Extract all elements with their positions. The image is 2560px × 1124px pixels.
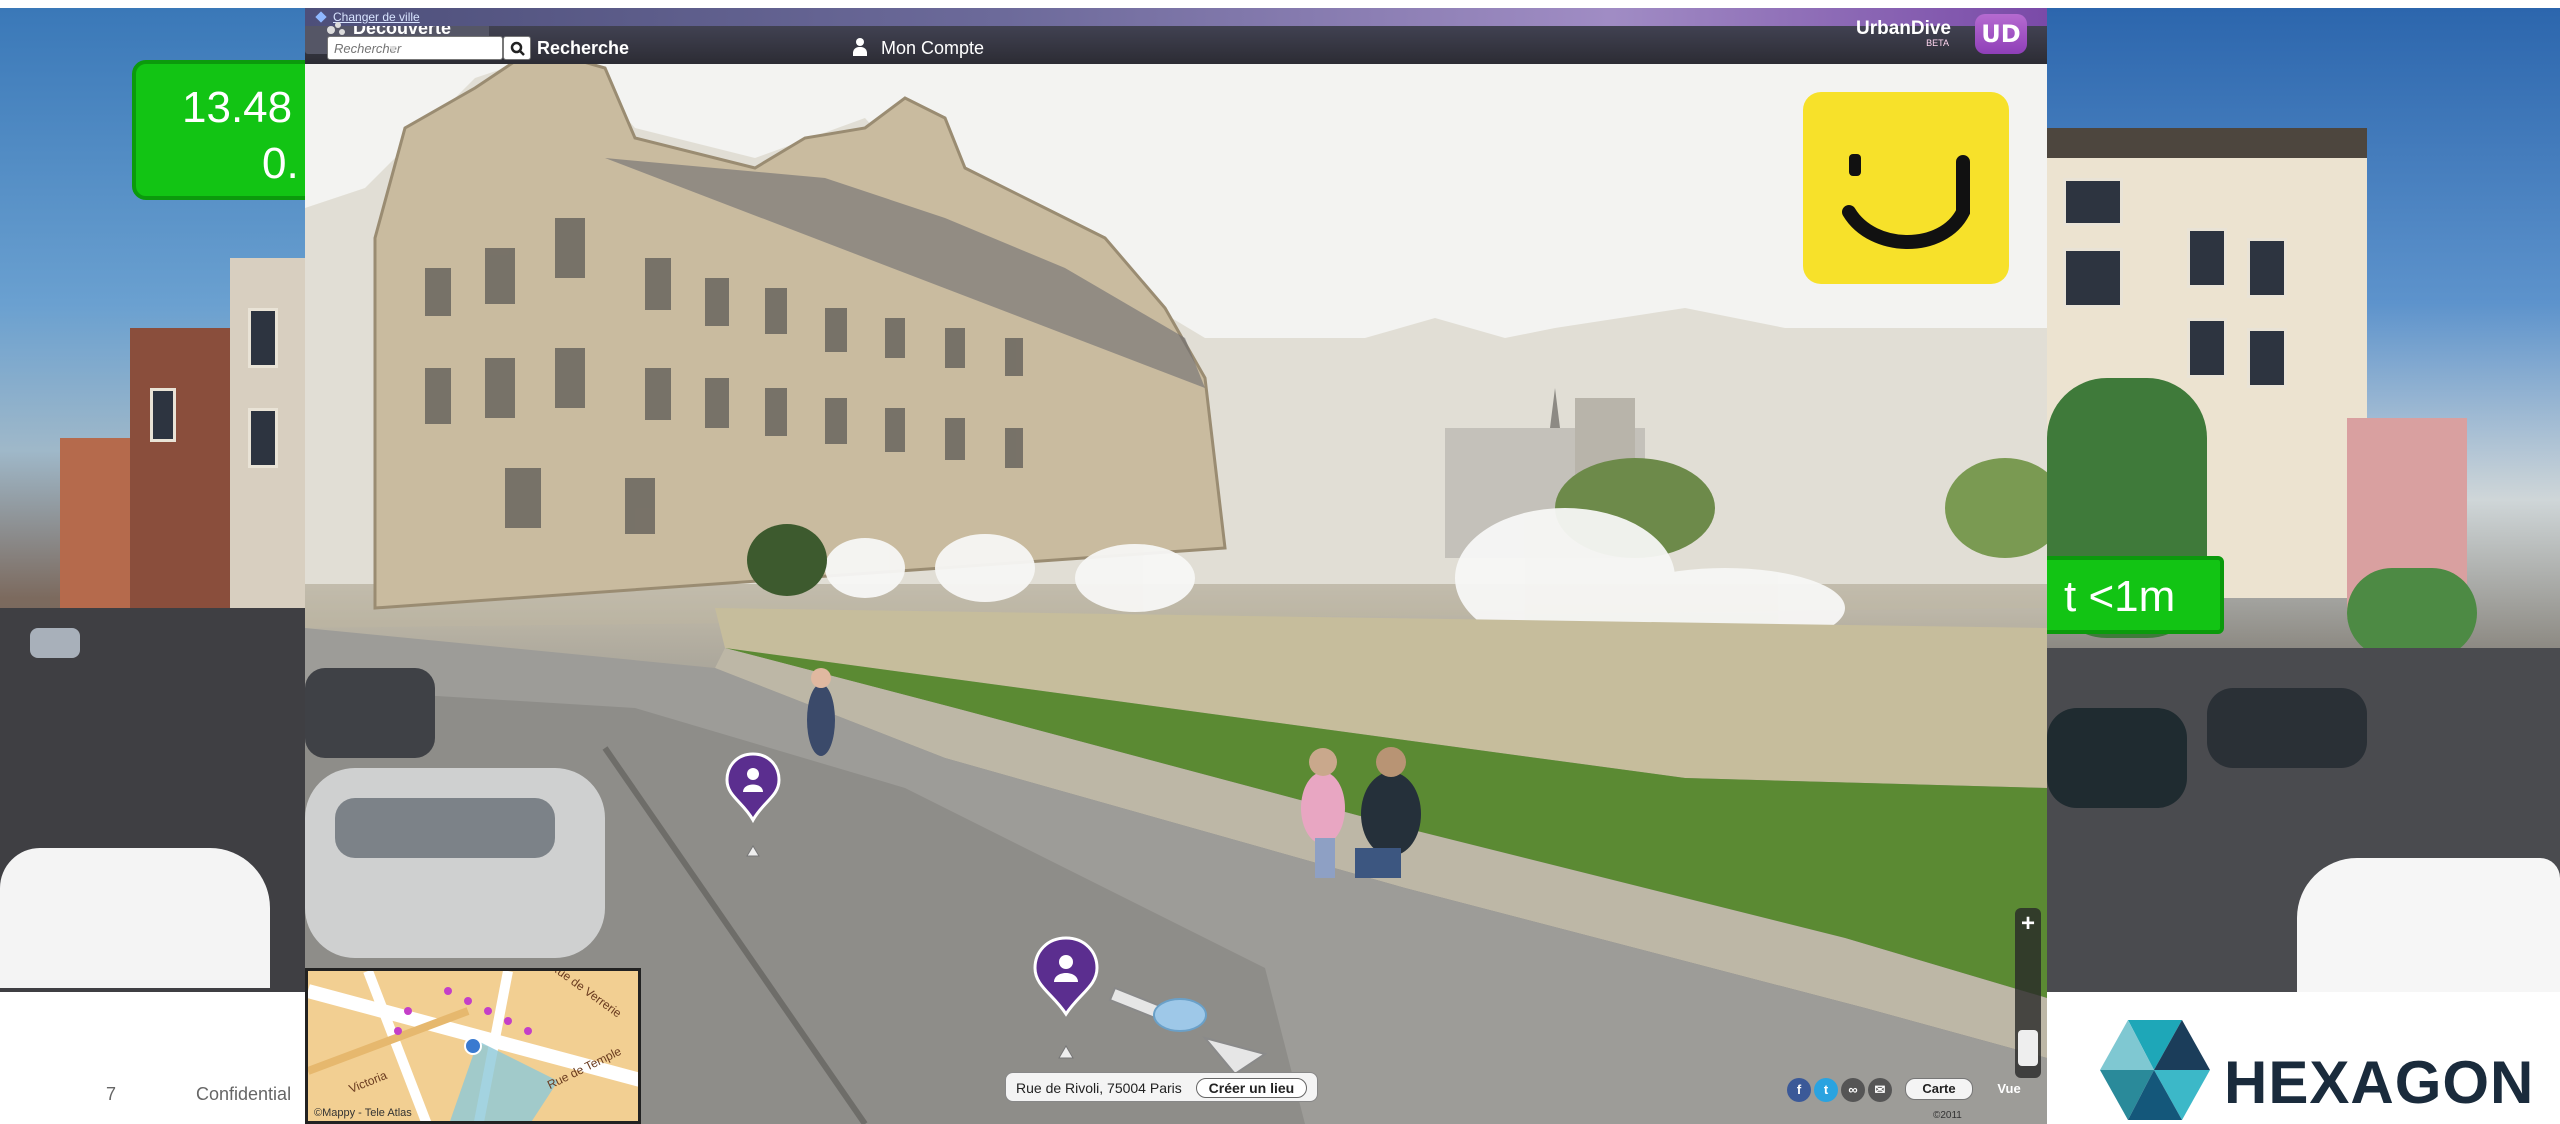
zoom-slider-handle[interactable]: [2018, 1030, 2038, 1066]
copyright-text: ©2011: [1933, 1110, 1962, 1121]
map-view-button[interactable]: Carte: [1905, 1078, 1973, 1100]
social-share: f t ∞ ✉: [1787, 1078, 1895, 1102]
address-bar: Rue de Rivoli, 75004 Paris Créer un lieu: [1005, 1072, 1319, 1102]
search-icon: [510, 41, 525, 56]
search-input[interactable]: [327, 36, 503, 60]
hexagon-logo-icon: [2100, 1020, 2210, 1120]
confidential-label: Confidential: [196, 1084, 292, 1104]
discover-icon: [325, 20, 347, 36]
street-view-panorama[interactable]: [305, 8, 2047, 1124]
minimap-credit: ©Mappy - Tele Atlas: [314, 1107, 412, 1119]
street-view-viewer[interactable]: Changer de ville Recherche Découverte ▼ …: [305, 8, 2047, 1124]
distance-badge-right: t <1m: [2040, 556, 2224, 634]
brand-logo[interactable]: UD: [1975, 14, 2027, 54]
zoom-in-button[interactable]: +: [2015, 912, 2041, 938]
poi-marker-icon[interactable]: [723, 750, 783, 868]
twitter-icon[interactable]: t: [1814, 1078, 1838, 1102]
facebook-icon[interactable]: f: [1787, 1078, 1811, 1102]
search-button[interactable]: [503, 36, 531, 60]
street-view-button[interactable]: Vue: [1985, 1076, 2033, 1102]
hexagon-wordmark: HEXAGON: [2224, 1049, 2535, 1116]
mail-icon[interactable]: ✉: [1868, 1078, 1892, 1102]
background-street-right: [2047, 8, 2560, 992]
app-top-bar: Changer de ville Recherche Découverte ▼ …: [305, 8, 2047, 64]
address-text: Rue de Rivoli, 75004 Paris: [1016, 1080, 1182, 1096]
account-icon: [853, 38, 867, 56]
link-icon[interactable]: ∞: [1841, 1078, 1865, 1102]
tab-recherche[interactable]: Recherche: [537, 38, 629, 59]
chevron-down-icon: ▼: [387, 42, 399, 56]
hexagon-logo: HEXAGON: [2094, 1016, 2534, 1124]
brand-name: UrbanDive: [1855, 18, 1951, 39]
page-number: 7: [106, 1084, 117, 1104]
mini-map[interactable]: Rue de Verrerie Rue de Temple Victoria ©…: [305, 968, 641, 1124]
brand-beta-label: BETA: [1926, 38, 1949, 48]
tab-mon-compte[interactable]: Mon Compte: [853, 38, 984, 59]
smiley-icon: [1803, 92, 2009, 284]
poi-marker-icon[interactable]: [1031, 934, 1101, 1066]
zoom-control: +: [2015, 908, 2041, 1078]
create-place-button[interactable]: Créer un lieu: [1195, 1078, 1308, 1098]
slide: 13.48 0. t <1m Changer de ville Recherch…: [0, 0, 2560, 1124]
